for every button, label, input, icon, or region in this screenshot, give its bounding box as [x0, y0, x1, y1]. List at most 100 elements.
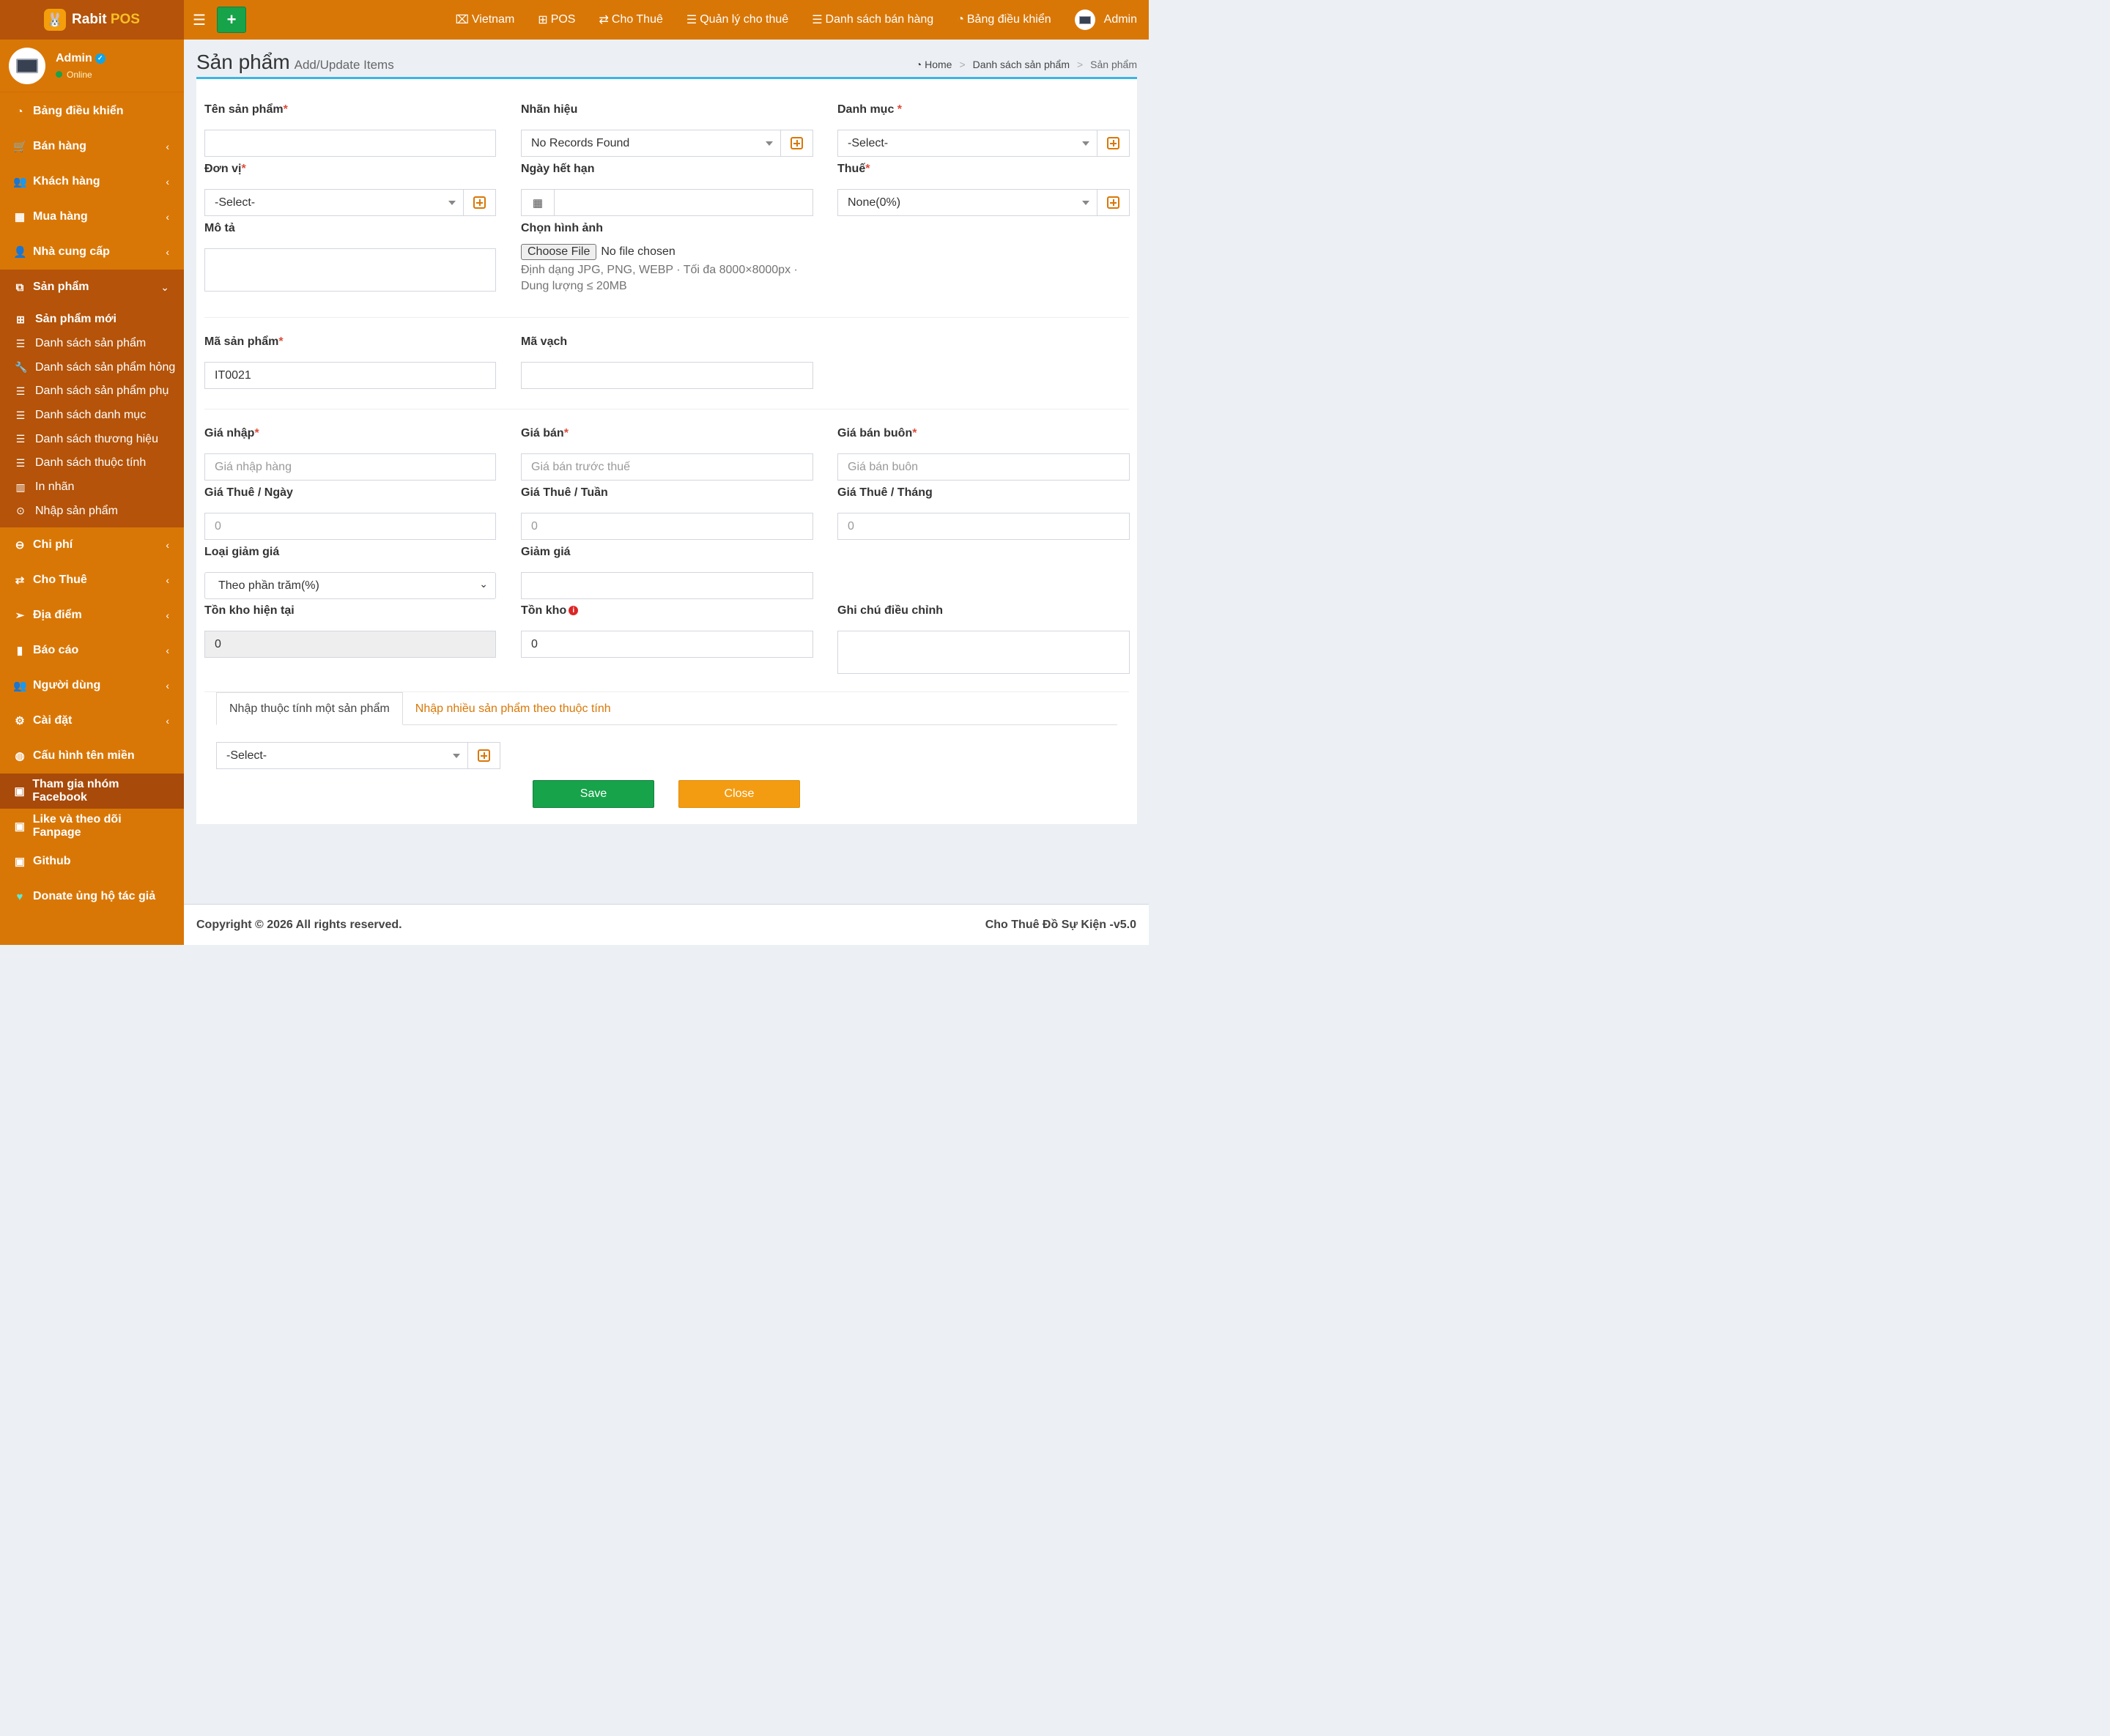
sidebar-item-rental[interactable]: ⇄ Cho Thuê ‹ — [0, 563, 184, 598]
unit-select[interactable]: -Select- — [204, 189, 464, 216]
users-icon: 👥 — [13, 680, 27, 693]
rent-day-input[interactable]: 0 — [204, 513, 496, 540]
barcode-input[interactable] — [521, 362, 813, 389]
briefcase-icon: ▣ — [14, 785, 25, 798]
barcode-label: Mã vạch — [521, 335, 568, 348]
sidebar-item-purchases[interactable]: ▦ Mua hàng ‹ — [0, 199, 184, 234]
cubes-icon: ⧉ — [15, 281, 24, 294]
sidebar-item-settings[interactable]: ⚙ Cài đặt ‹ — [0, 703, 184, 738]
plus-square-icon — [1107, 137, 1119, 149]
add-category-button[interactable] — [1097, 130, 1130, 157]
sub-item-attribute-list[interactable]: ☰ Danh sách thuộc tính — [0, 451, 184, 475]
product-code-input[interactable]: IT0021 — [204, 362, 496, 389]
cart-icon: 🛒 — [13, 141, 27, 153]
stock-label: Tồn kho — [521, 604, 567, 617]
caret-down-icon — [766, 141, 773, 146]
brand-select[interactable]: No Records Found — [521, 130, 781, 157]
nav-sales-list[interactable]: ☰ Danh sách bán hàng — [812, 12, 933, 27]
nav-language[interactable]: ⌧ Vietnam — [455, 12, 514, 27]
current-stock-input: 0 — [204, 631, 496, 658]
chevron-down-icon: ⌄ — [479, 578, 488, 590]
user-panel: Admin ✓ Online — [0, 40, 184, 92]
tax-select[interactable]: None(0%) — [837, 189, 1097, 216]
sidebar-item-sales[interactable]: 🛒 Bán hàng ‹ — [0, 129, 184, 164]
sidebar-item-facebook-group[interactable]: ▣ Tham gia nhóm Facebook — [0, 774, 184, 809]
nav-user-menu[interactable]: Admin — [1074, 10, 1137, 30]
sidebar-item-fanpage[interactable]: ▣ Like và theo dõi Fanpage — [0, 809, 184, 844]
sub-item-product-list[interactable]: ☰ Danh sách sản phẩm — [0, 332, 184, 356]
caret-down-icon — [453, 754, 460, 758]
sidebar-item-locations[interactable]: ➢ Địa điểm ‹ — [0, 598, 184, 633]
attribute-select[interactable]: -Select- — [216, 742, 468, 769]
sidebar-item-domain[interactable]: ◍ Cấu hình tên miền — [0, 738, 184, 774]
discount-type-select[interactable]: Theo phần trăm(%) ⌄ — [204, 572, 496, 599]
hamburger-menu-icon[interactable]: ☰ — [193, 11, 206, 29]
tab-multiple-attribute[interactable]: Nhập nhiều sản phẩm theo thuộc tính — [403, 692, 623, 725]
save-button[interactable]: Save — [533, 780, 654, 808]
nav-rental-management[interactable]: ☰ Quản lý cho thuê — [686, 12, 788, 27]
breadcrumb-product-list[interactable]: Danh sách sản phẩm — [973, 59, 1070, 70]
sub-item-damaged-list[interactable]: 🔧 Danh sách sản phẩm hỏng — [0, 355, 184, 379]
sub-item-accessory-list[interactable]: ☰ Danh sách sản phẩm phụ — [0, 379, 184, 404]
heart-icon: ♥ — [16, 890, 23, 903]
tab-single-attribute[interactable]: Nhập thuộc tính một sản phẩm — [216, 692, 403, 725]
sidebar-item-github[interactable]: ▣ Github — [0, 844, 184, 879]
add-tax-button[interactable] — [1097, 189, 1130, 216]
logo[interactable]: 🐰 Rabit POS — [0, 0, 184, 40]
image-help-text: Định dạng JPG, PNG, WEBP · Tối đa 8000×8… — [521, 264, 798, 292]
list-icon: ☰ — [686, 14, 697, 26]
purchase-price-input[interactable]: Giá nhập hàng — [204, 453, 496, 481]
rabbit-logo-icon: 🐰 — [44, 9, 67, 31]
add-unit-button[interactable] — [464, 189, 496, 216]
adjustment-note-textarea[interactable] — [837, 631, 1130, 674]
online-dot-icon — [56, 71, 62, 78]
description-textarea[interactable] — [204, 248, 496, 292]
sub-item-new-product[interactable]: ⊞ Sản phẩm mới — [0, 308, 184, 332]
sidebar-item-suppliers[interactable]: 👤 Nhà cung cấp ‹ — [0, 234, 184, 270]
calendar-icon[interactable]: ▦ — [521, 189, 554, 216]
sale-price-input[interactable]: Giá bán trước thuế — [521, 453, 813, 481]
add-attribute-button[interactable] — [468, 742, 500, 769]
sub-item-print-labels[interactable]: ▥ In nhãn — [0, 475, 184, 500]
stock-input[interactable]: 0 — [521, 631, 813, 658]
sidebar-item-expenses[interactable]: ⊖ Chi phí ‹ — [0, 527, 184, 563]
close-button[interactable]: Close — [678, 780, 800, 808]
exchange-icon: ⇄ — [599, 14, 609, 26]
wholesale-price-input[interactable]: Giá bán buôn — [837, 453, 1130, 481]
rent-month-input[interactable]: 0 — [837, 513, 1130, 540]
breadcrumb-home[interactable]: ◔ Home — [916, 59, 952, 70]
expiry-date-label: Ngày hết hạn — [521, 163, 595, 175]
chevron-left-icon: ‹ — [166, 715, 169, 727]
nav-pos[interactable]: ⊞ POS — [538, 12, 575, 27]
sidebar-item-customers[interactable]: 👥 Khách hàng ‹ — [0, 164, 184, 199]
version-text: Cho Thuê Đồ Sự Kiện -v5.0 — [985, 918, 1136, 931]
sidebar-item-dashboard[interactable]: ◔ Bảng điều khiển — [0, 94, 184, 129]
nav-rental[interactable]: ⇄ Cho Thuê — [599, 12, 662, 27]
rent-month-label: Giá Thuê / Tháng — [837, 486, 933, 499]
choose-file-button[interactable]: Choose File — [521, 244, 597, 260]
plus-square-icon: ⊞ — [16, 313, 25, 325]
verified-icon: ✓ — [95, 53, 106, 64]
sub-item-category-list[interactable]: ☰ Danh sách danh mục — [0, 404, 184, 428]
info-icon[interactable]: i — [569, 606, 579, 616]
sub-item-import-products[interactable]: ⊙ Nhập sản phẩm — [0, 500, 184, 524]
discount-input[interactable] — [521, 572, 813, 599]
quick-add-button[interactable]: + — [217, 7, 246, 33]
category-select[interactable]: -Select- — [837, 130, 1097, 157]
product-code-label: Mã sản phẩm — [204, 335, 279, 348]
add-brand-button[interactable] — [781, 130, 813, 157]
adjustment-note-label: Ghi chú điều chỉnh — [837, 604, 943, 617]
user-plus-icon: 👤 — [13, 246, 27, 259]
plus-square-icon — [791, 137, 803, 149]
plus-square-icon: ⊞ — [538, 14, 548, 26]
sub-item-brand-list[interactable]: ☰ Danh sách thương hiệu — [0, 427, 184, 451]
rent-week-input[interactable]: 0 — [521, 513, 813, 540]
sidebar-item-reports[interactable]: ▮ Báo cáo ‹ — [0, 633, 184, 668]
sidebar-item-products[interactable]: ⧉ Sản phẩm ⌄ — [0, 270, 184, 305]
nav-dashboard[interactable]: ◔ Bảng điều khiển — [957, 13, 1051, 26]
expiry-date-input[interactable] — [554, 189, 813, 216]
sidebar-item-users[interactable]: 👥 Người dùng ‹ — [0, 668, 184, 703]
chevron-left-icon: ‹ — [166, 176, 169, 188]
product-name-input[interactable] — [204, 130, 496, 157]
sidebar-item-donate[interactable]: ♥ Donate ủng hộ tác giả — [0, 879, 184, 914]
